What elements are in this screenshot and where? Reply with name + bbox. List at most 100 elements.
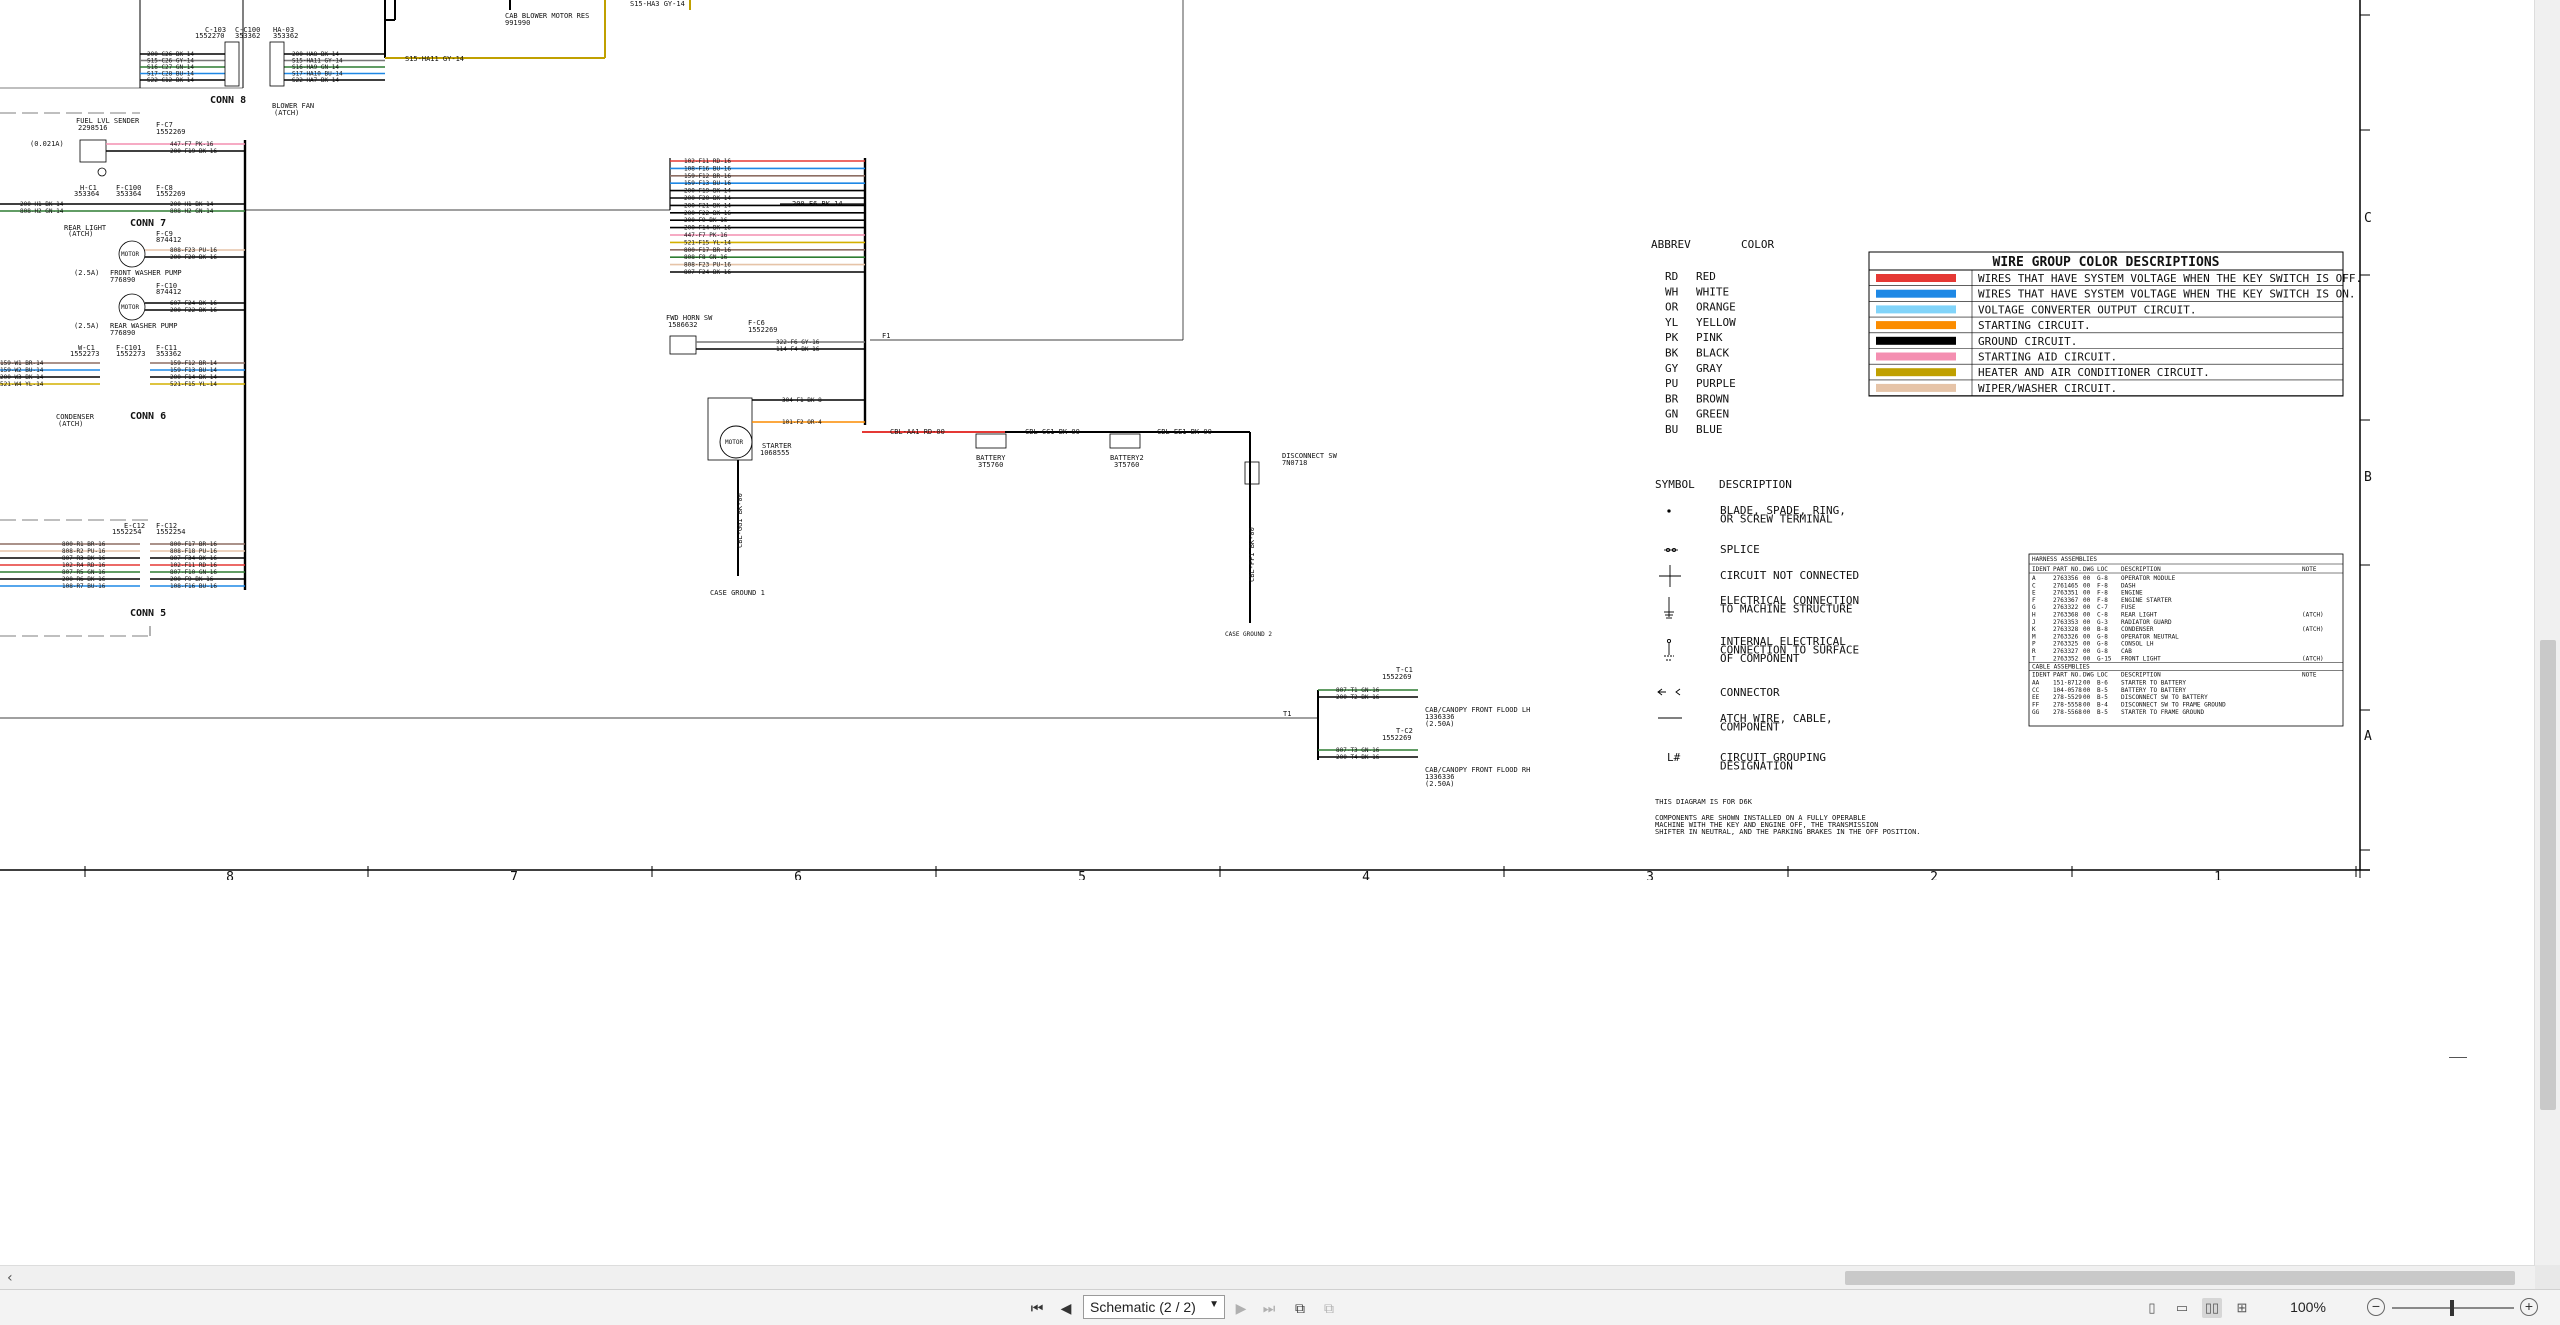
harness-header: PART NO.: [2053, 566, 2082, 573]
document-viewer: 87654321 CBA 200-C26 BK-14 S15-C26 GY-14 S…: [0, 0, 2560, 1325]
page-select[interactable]: Schematic (2 / 2) ▼: [1083, 1295, 1225, 1319]
cable-cell: AA: [2032, 680, 2040, 687]
symbol-description: OF COMPONENT: [1720, 652, 1800, 665]
battery1-num: 3T5760: [978, 461, 1003, 469]
harness-cell: CONSOL LH: [2121, 641, 2154, 648]
harness-cell: 2763368: [2053, 612, 2079, 619]
last-page-icon[interactable]: ⏭: [1259, 1298, 1279, 1318]
note-4: SHIFTER IN NEUTRAL, AND THE PARKING BRAK…: [1655, 828, 1921, 836]
harness-cell: 00: [2083, 582, 2091, 589]
harness-cell: 2763356: [2053, 575, 2079, 582]
chevron-down-icon: ▼: [1209, 1299, 1219, 1310]
harness-cell: 2763328: [2053, 626, 2079, 633]
abbrev-code: YL: [1665, 316, 1679, 329]
next-page-icon[interactable]: ▶: [1231, 1298, 1251, 1318]
wire-group-text: GROUND CIRCUIT.: [1978, 335, 2077, 348]
fuse-25a-2: (2.5A): [74, 322, 99, 330]
wire-group-swatch: [1876, 321, 1956, 330]
conn8-label: CONN 8: [210, 95, 246, 106]
zoom-slider-thumb[interactable]: [2450, 1300, 2454, 1316]
previous-page-icon[interactable]: ◀: [1056, 1298, 1076, 1318]
cable-cell: 278-5558: [2053, 702, 2082, 709]
page-grid-icon[interactable]: ⧉: [1319, 1298, 1339, 1318]
harness-cell: G-8: [2097, 633, 2108, 640]
wire-label: 807-R5 GN-16: [62, 569, 106, 576]
zoom-out-button[interactable]: −: [2367, 1298, 2385, 1316]
vertical-scrollbar[interactable]: [2534, 0, 2560, 1265]
wire-label: 521-F15 YL-14: [684, 239, 731, 246]
wire-label: 521-W4 YL-14: [0, 381, 44, 388]
harness-cell: K: [2032, 626, 2036, 633]
c103-num: 1552270: [195, 32, 225, 40]
two-page-view-icon[interactable]: ▯▯: [2202, 1298, 2222, 1318]
zone-label-h: 7: [510, 870, 518, 880]
harness-cell: CONDENSER: [2121, 626, 2154, 633]
wire-label: 200-F19 BK-16: [170, 148, 217, 155]
harness-cell: RADIATOR GUARD: [2121, 619, 2172, 626]
wire-group-text: HEATER AND AIR CONDITIONER CIRCUIT.: [1978, 366, 2210, 379]
harness-header: DWG: [2083, 566, 2094, 573]
fwd-horn-num: 1586632: [668, 321, 698, 329]
zone-label-v: B: [2364, 470, 2372, 485]
single-page-view-icon[interactable]: ▯: [2142, 1298, 2162, 1318]
harness-header: LOC: [2097, 566, 2108, 573]
cable-cell: 00: [2083, 694, 2091, 701]
abbrev-color: ORANGE: [1696, 301, 1736, 314]
wire-label: 800-R1 BR-16: [62, 541, 106, 548]
abbrev-color: RED: [1696, 270, 1716, 283]
wire-label: 108-F16 BU-16: [170, 583, 217, 590]
harness-cell: 2763325: [2053, 641, 2079, 648]
wire-label: 808-F8 GN-16: [684, 254, 728, 261]
blower-fan-sub: (ATCH): [274, 109, 299, 117]
zoom-in-button[interactable]: +: [2520, 1298, 2538, 1316]
fc7-num: 1552269: [156, 128, 186, 136]
wire-label: 200-T4 BK-16: [1336, 754, 1380, 761]
disconnect-num: 7N0718: [1282, 459, 1307, 467]
harness-cell: 2763352: [2053, 655, 2079, 662]
wire-group-text: WIRES THAT HAVE SYSTEM VOLTAGE WHEN THE …: [1978, 288, 2356, 301]
wire-label: 101-F2 OR-4: [782, 419, 822, 426]
harness-cell: C-7: [2097, 604, 2108, 611]
abbrev-color: BLACK: [1696, 347, 1729, 360]
harness-cell: G-8: [2097, 575, 2108, 582]
fuel-sender-num: 2298516: [78, 124, 108, 132]
fc9-num: 874412: [156, 236, 181, 244]
wire-group-swatch: [1876, 274, 1956, 282]
harness-cell: G-8: [2097, 648, 2108, 655]
wire-label: 159-F12 BR-14: [170, 360, 217, 367]
continuous-view-icon[interactable]: ▭: [2172, 1298, 2192, 1318]
starter-num: 1068555: [760, 449, 790, 457]
harness-cell: (ATCH): [2302, 626, 2324, 633]
harness-cell: 00: [2083, 633, 2091, 640]
scroll-left-icon[interactable]: ‹: [2, 1269, 18, 1287]
wire-group-swatch: [1876, 368, 1956, 377]
book-view-icon[interactable]: ⊞: [2232, 1298, 2252, 1318]
harness-cell: (ATCH): [2302, 655, 2324, 662]
cable-cell: 151-8712: [2053, 680, 2082, 687]
wire-group-swatch: [1876, 336, 1956, 345]
wire-group-swatch: [1876, 352, 1956, 361]
horizontal-scrollbar[interactable]: ‹: [0, 1265, 2535, 1290]
harness-cell: G-8: [2097, 641, 2108, 648]
page-layout-icon[interactable]: ⧉: [1290, 1298, 1310, 1318]
document-canvas[interactable]: 87654321 CBA 200-C26 BK-14 S15-C26 GY-14 S…: [0, 0, 2535, 1265]
wire-label: 304-F1 BK-8: [782, 397, 822, 404]
harness-cell: 2763351: [2053, 590, 2079, 597]
zoom-level[interactable]: 100%: [2278, 1299, 2338, 1317]
wire-label: 807-F10 GN-16: [170, 569, 217, 576]
wire-label: 808-R2 PU-16: [62, 548, 106, 555]
vertical-scroll-thumb[interactable]: [2540, 640, 2556, 1110]
zone-label-h: 2: [1930, 870, 1938, 880]
cable-cell: EE: [2032, 694, 2040, 701]
first-page-icon[interactable]: ⏮: [1027, 1298, 1047, 1318]
flood-rh-fuse: (2.50A): [1425, 780, 1455, 788]
harness-cell: G-15: [2097, 655, 2112, 662]
wire-label: 102-F11 RD-16: [684, 158, 731, 165]
horizontal-scroll-thumb[interactable]: [1845, 1271, 2515, 1285]
flood-lh-fuse: (2.50A): [1425, 720, 1455, 728]
harness-cell: G-3: [2097, 619, 2108, 626]
wire-label: 200-F14 BK-16: [684, 225, 731, 232]
harness-cell: 00: [2083, 590, 2091, 597]
cable-cell: 00: [2083, 709, 2091, 716]
abbrev-header: ABBREV: [1651, 238, 1691, 251]
